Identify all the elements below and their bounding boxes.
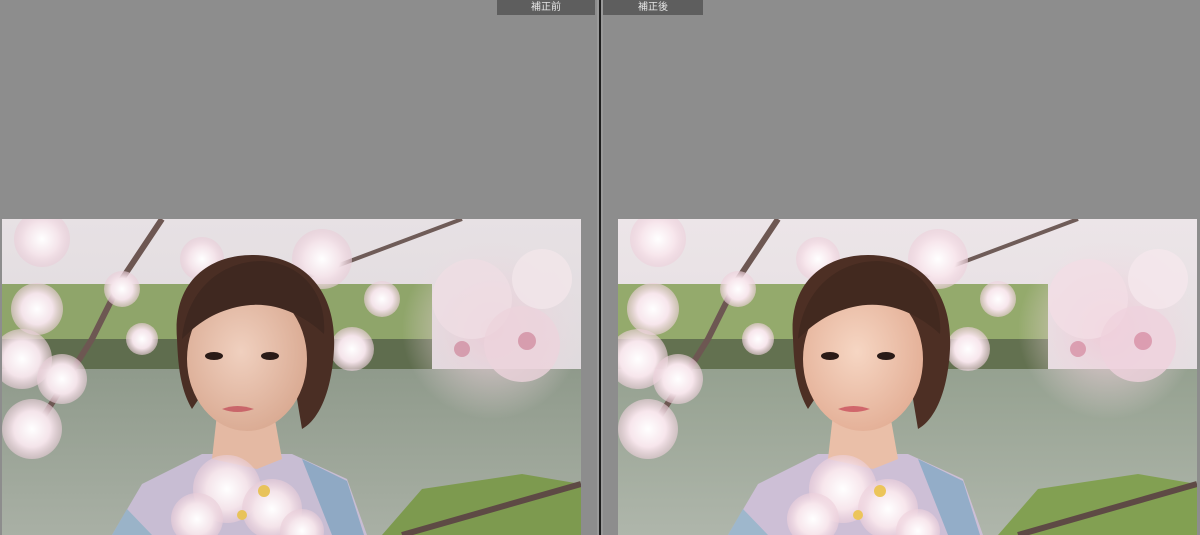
before-label: 補正前 bbox=[497, 0, 595, 15]
before-photo bbox=[2, 219, 581, 535]
before-after-compare-view: 補正前 補正後 bbox=[0, 0, 1200, 535]
after-photo bbox=[618, 219, 1197, 535]
before-photo-image bbox=[2, 219, 581, 535]
compare-divider-line bbox=[599, 0, 601, 535]
before-pane[interactable]: 補正前 bbox=[0, 0, 597, 535]
after-pane[interactable]: 補正後 bbox=[603, 0, 1200, 535]
after-photo-image bbox=[618, 219, 1197, 535]
after-label: 補正後 bbox=[603, 0, 703, 15]
